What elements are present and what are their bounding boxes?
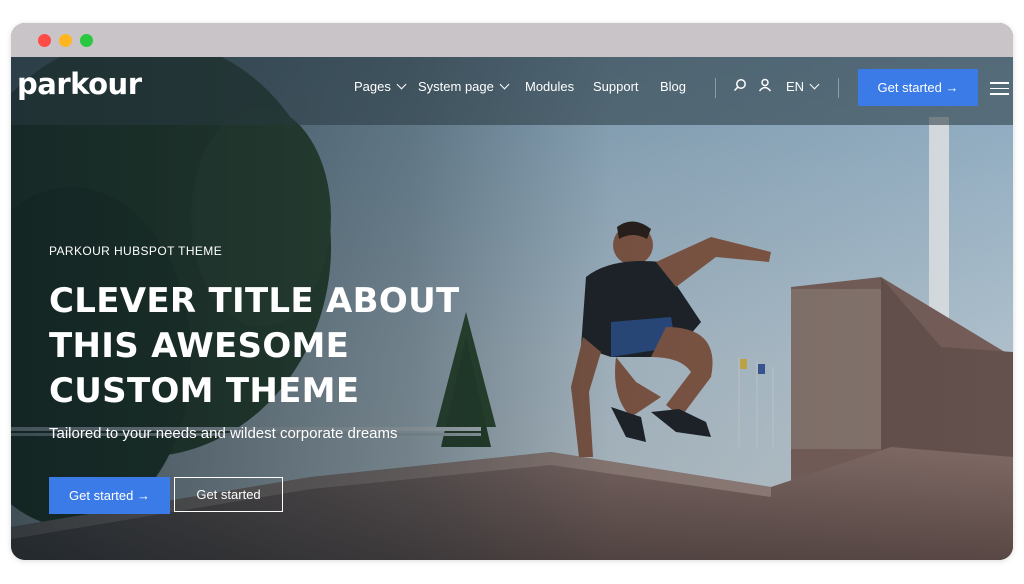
nav-divider [715,78,716,98]
close-window-button[interactable] [38,34,51,47]
nav-item-blog[interactable]: Blog [660,79,686,94]
browser-window: parkour Pages System page Modules Suppor… [11,23,1013,560]
nav-divider [838,78,839,98]
language-label: EN [786,79,805,94]
nav-item-support[interactable]: Support [593,79,639,94]
headline-line: THIS AWESOME [49,326,350,366]
nav-item-label: Modules [525,79,575,94]
nav-item-label: Support [593,79,639,94]
nav-item-modules[interactable]: Modules [525,79,574,94]
maximize-window-button[interactable] [80,34,93,47]
top-navbar: parkour Pages System page Modules Suppor… [11,57,1013,125]
headline-line: CLEVER TITLE ABOUT [49,281,460,321]
minimize-window-button[interactable] [59,34,72,47]
user-icon[interactable] [758,78,772,92]
search-icon[interactable] [733,78,747,92]
hero-subtitle: Tailored to your needs and wildest corpo… [49,425,398,442]
nav-item-label: System page [418,79,494,94]
logo[interactable]: parkour [17,67,142,101]
nav-item-label: Pages [354,79,391,94]
language-selector[interactable]: EN [786,79,820,94]
nav-item-label: Blog [660,79,687,94]
hero-section: parkour Pages System page Modules Suppor… [11,57,1013,560]
hero-secondary-button[interactable]: Get started [174,477,283,512]
chevron-down-icon [396,79,407,90]
nav-item-system-page[interactable]: System page [418,79,510,94]
headline-line: CUSTOM THEME [49,371,360,411]
hero-get-started-button[interactable]: Get started → [49,477,170,514]
hero-eyebrow: PARKOUR HUBSPOT THEME [49,244,223,258]
nav-get-started-button[interactable]: Get started → [858,69,978,106]
chevron-down-icon [809,79,820,90]
chevron-down-icon [499,79,510,90]
hero-headline: CLEVER TITLE ABOUT THIS AWESOME CUSTOM T… [49,279,489,414]
menu-icon[interactable] [990,82,1009,99]
window-titlebar [11,23,1013,57]
nav-item-pages[interactable]: Pages [354,79,407,94]
